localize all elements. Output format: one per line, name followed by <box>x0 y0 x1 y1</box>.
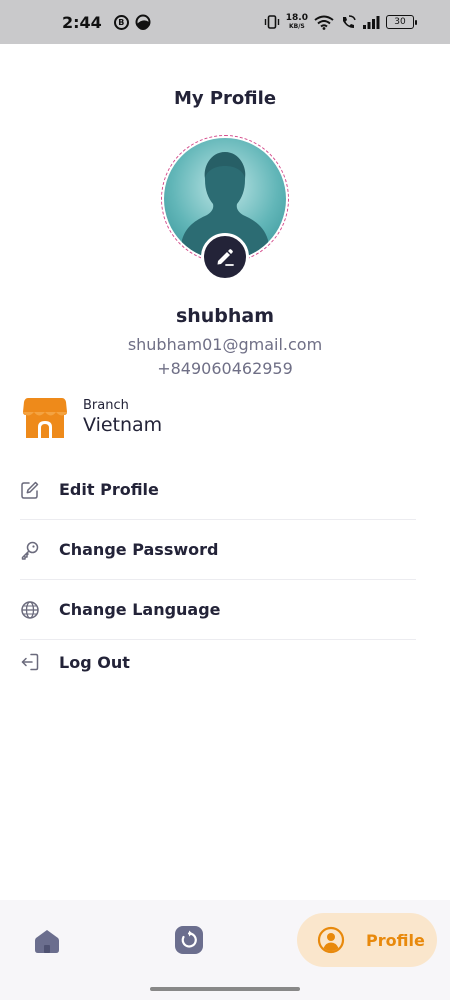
branch-label: Branch <box>83 398 129 413</box>
user-name: shubham <box>175 305 275 327</box>
home-icon <box>35 930 59 953</box>
history-icon <box>175 926 203 954</box>
page-title: My Profile <box>173 88 277 109</box>
wifi-call-icon <box>340 14 356 30</box>
edit-icon <box>20 480 40 500</box>
battery-icon: 30 <box>386 15 417 29</box>
globe-icon <box>20 600 40 620</box>
net-speed-value: 18.0 <box>285 13 308 23</box>
menu-item-label: Edit Profile <box>59 480 159 499</box>
branch-value: Vietnam <box>83 414 163 436</box>
user-phone: +849060462959 <box>157 359 293 378</box>
status-time: 2:44 <box>62 12 102 32</box>
nav-history-button[interactable] <box>175 926 203 954</box>
menu-item-change-language[interactable]: Change Language <box>20 580 416 640</box>
menu-item-label: Log Out <box>59 652 130 672</box>
menu-item-change-password[interactable]: Change Password <box>20 520 416 580</box>
profile-icon <box>317 926 345 954</box>
signal-icon <box>362 15 380 29</box>
nav-home-button[interactable] <box>33 927 61 955</box>
profile-menu: Edit Profile Change Password Change Lang… <box>20 460 416 684</box>
menu-item-label: Change Password <box>59 540 219 559</box>
key-icon <box>20 540 40 560</box>
store-icon <box>22 394 68 440</box>
nav-profile-button[interactable]: Profile <box>297 913 437 967</box>
user-email: shubham01@gmail.com <box>127 335 323 354</box>
logout-icon <box>20 652 40 672</box>
home-indicator[interactable] <box>150 987 300 991</box>
pencil-icon <box>217 249 234 266</box>
menu-item-label: Change Language <box>59 600 221 619</box>
net-speed-unit: KB/S <box>289 23 305 30</box>
menu-item-edit-profile[interactable]: Edit Profile <box>20 460 416 520</box>
menu-item-log-out[interactable]: Log Out <box>20 640 416 684</box>
status-bar: 2:44 B 18.0 KB/S 30 <box>0 0 450 44</box>
nav-profile-label: Profile <box>366 930 425 950</box>
edit-avatar-button[interactable] <box>201 233 249 281</box>
avatar-container <box>161 135 289 281</box>
half-moon-icon <box>135 14 151 30</box>
branch-text: Branch Vietnam <box>83 398 162 436</box>
net-speed: 18.0 KB/S <box>285 13 308 31</box>
branch-section: Branch Vietnam <box>22 394 162 440</box>
bottom-nav: Profile <box>0 900 450 1000</box>
b-circle-icon: B <box>113 14 129 30</box>
wifi-icon <box>314 15 334 30</box>
vibrate-icon <box>264 15 280 29</box>
